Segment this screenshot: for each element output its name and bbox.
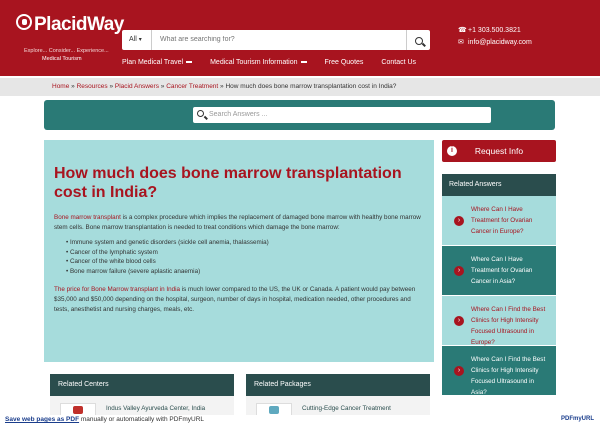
list-item: Immune system and genetic disorders (sic… [66, 238, 426, 248]
answer-article: How much does bone marrow transplantatio… [44, 140, 434, 362]
contact-info: ☎+1 303.500.3821 ✉ info@placidway.com [458, 26, 532, 50]
bone-marrow-transplant-link[interactable]: Bone marrow transplant [54, 214, 121, 221]
answers-search-bar: Search Answers ... [44, 100, 555, 130]
pdfmyurl-logo[interactable]: PDFmyURL [561, 415, 594, 424]
phone-icon: ☎ [458, 27, 467, 34]
related-answer-text: Where Can I Find the Best Clinics for Hi… [471, 306, 546, 346]
breadcrumb: Home » Resources » Placid Answers » Canc… [0, 78, 600, 96]
search-icon [197, 110, 204, 117]
related-answer-text: Where Can I Find the Best Clinics for Hi… [471, 356, 546, 396]
related-answer-text: Where Can I Have Treatment for Ovarian C… [471, 206, 533, 235]
request-info-label: Request Info [474, 146, 524, 156]
search-button[interactable] [406, 30, 430, 50]
article-price: The price for Bone Marrow transplant in … [54, 285, 426, 315]
breadcrumb-home[interactable]: Home [52, 83, 69, 90]
price-link[interactable]: The price for Bone Marrow transplant in … [54, 286, 180, 293]
related-answer-item[interactable]: › Where Can I Have Treatment for Ovarian… [442, 196, 556, 246]
placidway-logo[interactable]: PlacidWay Explore... Consider... Experie… [14, 14, 124, 70]
search-category-dropdown[interactable]: All ▾ [122, 30, 152, 50]
phone-row[interactable]: ☎+1 303.500.3821 [458, 26, 532, 38]
pdf-footer: Save web pages as PDF manually or automa… [0, 415, 600, 424]
package-name-link[interactable]: Cutting-Edge Cancer Treatment [302, 404, 422, 413]
chevron-right-icon: › [454, 366, 464, 376]
conditions-list: Immune system and genetic disorders (sic… [66, 238, 426, 276]
list-item: Bone marrow failure (severe aplastic ana… [66, 267, 426, 277]
page: PlacidWay Explore... Consider... Experie… [0, 0, 600, 424]
breadcrumb-resources[interactable]: Resources [77, 83, 108, 90]
logo-text: PlacidWay [34, 14, 124, 35]
list-item: Cancer of the white blood cells [66, 257, 426, 267]
search-icon [414, 37, 423, 45]
list-item: Cancer of the lymphatic system [66, 248, 426, 258]
nav-plan-medical-travel[interactable]: Plan Medical Travel [122, 59, 193, 71]
related-answer-text: Where Can I Have Treatment for Ovarian C… [471, 256, 533, 285]
related-packages-heading: Related Packages [246, 374, 430, 396]
phone-number: +1 303.500.3821 [468, 27, 521, 34]
related-answer-item[interactable]: › Where Can I Find the Best Clinics for … [442, 296, 556, 346]
logo-person-icon [16, 14, 32, 30]
dropdown-bar-icon [300, 61, 307, 64]
breadcrumb-cancer-treatment[interactable]: Cancer Treatment [166, 83, 218, 90]
related-answer-item[interactable]: › Where Can I Have Treatment for Ovarian… [442, 246, 556, 296]
caret-down-icon: ▾ [138, 37, 142, 43]
chevron-right-icon: › [454, 216, 464, 226]
save-pdf-link[interactable]: Save web pages as PDF [5, 416, 79, 423]
envelope-icon: ✉ [458, 39, 464, 46]
logo-tagline: Explore... Consider... Experience... [24, 48, 109, 54]
dropdown-bar-icon [186, 61, 193, 64]
search-input[interactable] [156, 30, 406, 50]
answers-search-input[interactable]: Search Answers ... [193, 107, 491, 123]
logo-subtitle: Medical Tourism [42, 56, 82, 62]
related-answers-list: › Where Can I Have Treatment for Ovarian… [442, 196, 556, 396]
pdf-footer-text: manually or automatically with PDFmyURL [79, 416, 205, 423]
request-info-button[interactable]: i Request Info [442, 140, 556, 162]
article-intro: Bone marrow transplant is a complex proc… [54, 213, 426, 233]
nav-contact-us[interactable]: Contact Us [381, 59, 416, 71]
site-header: PlacidWay Explore... Consider... Experie… [0, 0, 600, 76]
nav-free-quotes[interactable]: Free Quotes [325, 59, 364, 71]
answers-search-placeholder: Search Answers ... [209, 111, 268, 118]
info-icon: i [447, 146, 457, 156]
related-centers-heading: Related Centers [50, 374, 234, 396]
search-category-label: All [129, 36, 137, 43]
chevron-right-icon: › [454, 266, 464, 276]
nav-medical-tourism-information[interactable]: Medical Tourism Information [210, 59, 307, 71]
page-title: How much does bone marrow transplantatio… [54, 165, 402, 201]
chevron-right-icon: › [454, 316, 464, 326]
breadcrumb-current: How much does bone marrow transplantatio… [225, 83, 397, 90]
related-answers-heading: Related Answers [442, 174, 556, 196]
center-name-link[interactable]: Indus Valley Ayurveda Center, India [106, 404, 226, 413]
related-answer-item[interactable]: › Where Can I Find the Best Clinics for … [442, 346, 556, 396]
email-address: info@placidway.com [468, 39, 532, 46]
email-row[interactable]: ✉ info@placidway.com [458, 38, 532, 50]
breadcrumb-placid-answers[interactable]: Placid Answers [115, 83, 159, 90]
site-search: All ▾ [122, 30, 430, 50]
main-nav: Plan Medical Travel Medical Tourism Info… [122, 59, 434, 71]
